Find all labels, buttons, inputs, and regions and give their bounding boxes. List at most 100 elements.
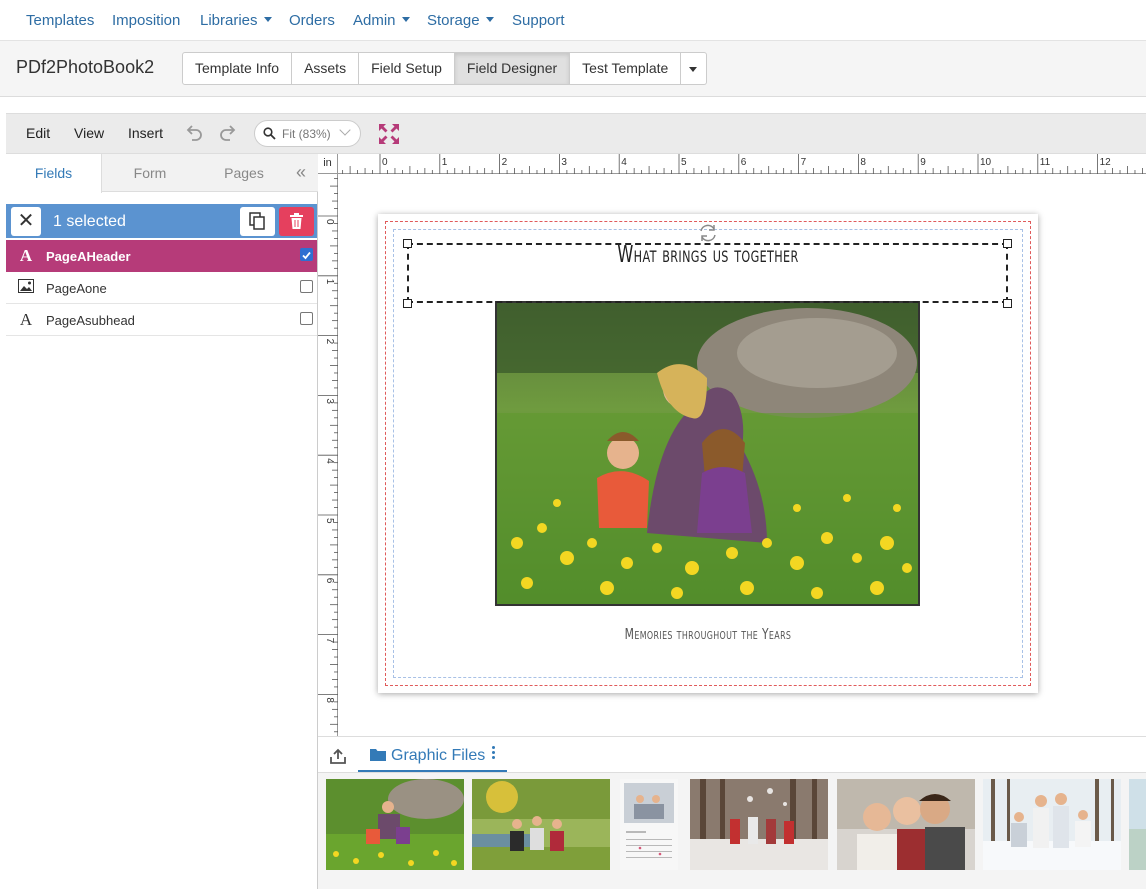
ruler-tick-label: 4	[324, 458, 335, 464]
tab-field-setup[interactable]: Field Setup	[359, 52, 455, 85]
undo-icon[interactable]	[183, 123, 205, 145]
clear-selection-button[interactable]: ✕	[11, 207, 41, 236]
field-pageasubhead-text[interactable]: Memories throughout the Years	[470, 625, 945, 643]
resize-handle-bottom-left[interactable]	[403, 299, 412, 308]
tab-fields[interactable]: Fields	[6, 154, 102, 193]
ruler-tick-label: 11	[1040, 157, 1051, 168]
thumbnail-image[interactable]	[983, 779, 1121, 870]
caret-down-icon	[485, 16, 494, 22]
tab-form[interactable]: Form	[102, 154, 198, 192]
ruler-tick-label: 7	[801, 157, 807, 168]
ruler-tick-label: 1	[442, 157, 448, 168]
spacer	[0, 97, 1146, 113]
thumbnail-image[interactable]	[690, 779, 828, 870]
tab-test-template[interactable]: Test Template	[570, 52, 682, 85]
trash-icon	[290, 213, 303, 229]
fields-panel: Fields Form Pages « ✕ 1 selected A PageA…	[6, 154, 318, 889]
ruler-unit: in	[318, 154, 338, 174]
resize-handle-top-left[interactable]	[403, 239, 412, 248]
field-pageaone-photo[interactable]	[495, 301, 920, 606]
ruler-tick-label: 5	[681, 157, 687, 168]
document-page[interactable]: What brings us together Memories through…	[378, 214, 1038, 693]
upload-icon[interactable]	[329, 747, 347, 765]
text-field-icon: A	[19, 246, 33, 265]
menu-edit[interactable]: Edit	[26, 125, 50, 141]
menu-insert[interactable]: Insert	[128, 125, 163, 141]
nav-support[interactable]: Support	[512, 12, 565, 29]
panel-tabs: Fields Form Pages «	[6, 154, 318, 193]
thumbnail-image[interactable]	[837, 779, 975, 870]
designer-toolbar: Edit View Insert Fit (83%)	[6, 113, 1146, 154]
delete-button[interactable]	[279, 207, 314, 236]
redo-icon[interactable]	[217, 123, 239, 145]
nav-libraries[interactable]: Libraries	[200, 12, 272, 29]
ruler-tick-label: 8	[324, 697, 335, 703]
nav-templates[interactable]: Templates	[26, 12, 94, 29]
folder-icon	[370, 749, 386, 761]
asset-tabs: Graphic Files	[318, 737, 1146, 773]
ruler-tick-label: 9	[920, 157, 926, 168]
field-row-pageaheader[interactable]: A PageAHeader	[6, 240, 317, 272]
ruler-tick-label: 8	[860, 157, 866, 168]
ruler-tick-label: 0	[382, 157, 388, 168]
menu-view[interactable]: View	[74, 125, 104, 141]
nav-imposition-label: Imposition	[112, 12, 181, 29]
selected-field-pageaheader[interactable]	[407, 243, 1008, 303]
selection-count: 1 selected	[53, 213, 126, 230]
nav-storage[interactable]: Storage	[427, 12, 494, 29]
ruler-tick-label: 3	[324, 398, 335, 404]
nav-admin-label: Admin	[353, 12, 396, 29]
resize-handle-top-right[interactable]	[1003, 239, 1012, 248]
nav-orders[interactable]: Orders	[289, 12, 335, 29]
ruler-left-scale: 0 1 2 3 4 5 6 7 8	[318, 178, 338, 733]
ruler-tick-label: 2	[502, 157, 508, 168]
zoom-select[interactable]: Fit (83%)	[254, 120, 361, 147]
ruler-tick-label: 6	[324, 578, 335, 584]
design-canvas[interactable]: in 0 1 2 3 4 5 6 7 8 9 10 11 12 012345678	[318, 154, 1146, 736]
chevron-down-icon	[339, 124, 351, 136]
tab-template-info[interactable]: Template Info	[182, 52, 293, 85]
field-checkbox[interactable]	[300, 280, 313, 293]
ruler-top: 0 1 2 3 4 5 6 7 8 9 10 11 12	[338, 154, 1146, 174]
ruler-tick-label: 2	[324, 339, 335, 345]
caret-down-icon	[689, 67, 698, 72]
tabs-more-dropdown[interactable]	[681, 52, 708, 85]
nav-storage-label: Storage	[427, 12, 480, 29]
asset-browser: Graphic Files	[318, 736, 1146, 889]
field-name: PageAone	[46, 281, 107, 296]
duplicate-button[interactable]	[240, 207, 275, 236]
thumbnail-image[interactable]	[326, 779, 464, 870]
field-name: PageAsubhead	[46, 313, 135, 328]
rotate-handle-icon[interactable]	[696, 221, 720, 245]
field-row-pageasubhead[interactable]: A PageAsubhead	[6, 304, 317, 336]
nav-templates-label: Templates	[26, 12, 95, 29]
family-photo-image	[497, 303, 918, 604]
ruler-left: 0 1 2 3 4 5 6 7 8	[318, 174, 338, 736]
thumbnail-image[interactable]	[1129, 779, 1146, 870]
nav-libraries-label: Libraries	[200, 12, 258, 29]
ruler-tick-label: 1	[324, 279, 335, 285]
ruler-tick-label: 5	[324, 518, 335, 524]
collapse-panel-icon[interactable]: «	[296, 163, 306, 181]
ruler-tick-label: 3	[561, 157, 567, 168]
ruler-tick-label: 4	[621, 157, 627, 168]
template-header: PDf2PhotoBook2 Template Info Assets Fiel…	[0, 41, 1146, 97]
nav-admin[interactable]: Admin	[353, 12, 410, 29]
check-icon	[302, 251, 311, 260]
image-icon	[18, 279, 34, 295]
nav-orders-label: Orders	[289, 12, 335, 29]
more-options-icon[interactable]	[492, 744, 496, 761]
thumbnail-image[interactable]	[620, 779, 678, 870]
field-checkbox[interactable]	[300, 248, 313, 261]
field-checkbox[interactable]	[300, 312, 313, 325]
fullscreen-icon[interactable]	[377, 122, 401, 146]
nav-imposition[interactable]: Imposition	[112, 12, 180, 29]
tab-graphic-files[interactable]: Graphic Files	[358, 737, 508, 772]
tab-field-designer[interactable]: Field Designer	[454, 52, 571, 85]
tab-pages[interactable]: Pages	[198, 154, 290, 192]
thumbnail-image[interactable]	[472, 779, 610, 870]
resize-handle-bottom-right[interactable]	[1003, 299, 1012, 308]
tab-assets[interactable]: Assets	[292, 52, 360, 85]
caret-down-icon	[401, 16, 410, 22]
field-row-pageaone[interactable]: PageAone	[6, 272, 317, 304]
